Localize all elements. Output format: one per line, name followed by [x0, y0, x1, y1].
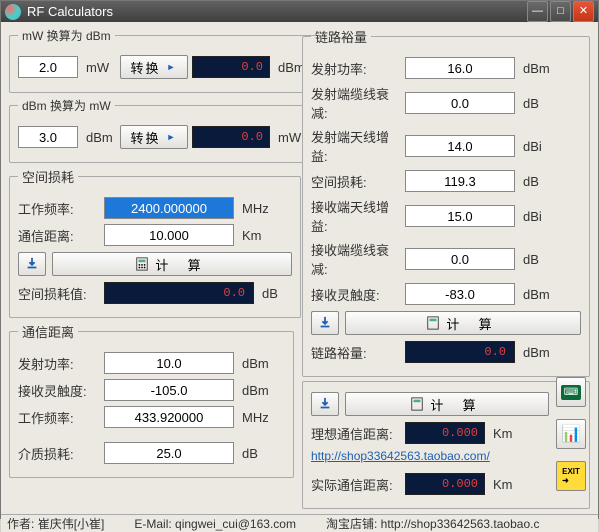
lb-txant-input[interactable]: [405, 135, 515, 157]
lb-rxsens-label: 接收灵触度:: [311, 285, 401, 304]
close-button[interactable]: ✕: [573, 1, 594, 22]
txpwr-input[interactable]: [104, 352, 234, 374]
calculator-icon: [135, 257, 149, 271]
pathloss-result-label: 空间损耗值:: [18, 284, 100, 303]
keyboard-icon: ⌨: [561, 385, 581, 400]
txpwr-unit: dBm: [242, 356, 272, 371]
titlebar[interactable]: RF Calculators — □ ✕: [1, 1, 598, 22]
lb-dl-button[interactable]: [311, 311, 339, 335]
lb-txpwr-label: 发射功率:: [311, 59, 401, 78]
lb-rxcable-label: 接收端缆线衰减:: [311, 240, 401, 278]
freq-label: 工作频率:: [18, 199, 100, 218]
mw-output: 0.0: [192, 126, 270, 148]
pathloss-result: 0.0: [104, 282, 254, 304]
cdr-dl-button[interactable]: [311, 392, 339, 416]
shop-url: http://shop33642563.taobao.c: [381, 517, 540, 531]
content-area: mW 换算为 dBm mW 转换 0.0 dBm dBm 换算为 mW dBm …: [1, 22, 598, 514]
lb-txcable-input[interactable]: [405, 92, 515, 114]
pathloss-group: 空间损耗 工作频率: MHz 通信距离: Km 计 算 空间损耗值:: [9, 167, 301, 318]
freq-input[interactable]: [104, 197, 234, 219]
shop-link[interactable]: http://shop33642563.taobao.com/: [311, 449, 490, 463]
download-icon: [318, 397, 332, 411]
cd-freq-unit: MHz: [242, 410, 272, 425]
dbm-convert-button[interactable]: 转换: [120, 125, 188, 149]
medium-unit: dB: [242, 446, 272, 461]
commdist-right-group: 计 算 理想通信距离:0.000Km http://shop33642563.t…: [302, 381, 590, 509]
medium-input[interactable]: [104, 442, 234, 464]
lb-txant-label: 发射端天线增益:: [311, 127, 401, 165]
dbm-to-mw-legend: dBm 换算为 mW: [18, 97, 115, 114]
mw-to-dbm-group: mW 换算为 dBm mW 转换 0.0 dBm: [9, 27, 317, 93]
download-icon: [318, 316, 332, 330]
pathloss-calc-button[interactable]: 计 算: [52, 252, 292, 276]
linkbudget-group: 链路裕量 发射功率:dBm 发射端缆线衰减:dB 发射端天线增益:dBi 空间损…: [302, 27, 590, 377]
lb-margin-label: 链路裕量:: [311, 343, 401, 362]
exit-icon: EXIT➜: [562, 467, 580, 485]
dbm-output: 0.0: [192, 56, 270, 78]
app-icon: [5, 4, 21, 20]
dist-input[interactable]: [104, 224, 234, 246]
txpwr-label: 发射功率:: [18, 354, 100, 373]
medium-label: 介质损耗:: [18, 444, 100, 463]
chart-button[interactable]: 📊: [556, 419, 586, 449]
dist-unit: Km: [242, 228, 272, 243]
lb-rxant-label: 接收端天线增益:: [311, 197, 401, 235]
mw-convert-button[interactable]: 转换: [120, 55, 188, 79]
pathloss-dl-button[interactable]: [18, 252, 46, 276]
actual-dist-label: 实际通信距离:: [311, 475, 401, 494]
lb-spaceloss-label: 空间损耗:: [311, 172, 401, 191]
minimize-button[interactable]: —: [527, 1, 548, 22]
cdr-calc-button[interactable]: 计 算: [345, 392, 549, 416]
app-window: RF Calculators — □ ✕ mW 换算为 dBm mW 转换 0.…: [0, 0, 599, 519]
rxsens-unit: dBm: [242, 383, 272, 398]
keyboard-button[interactable]: ⌨: [556, 377, 586, 407]
maximize-button[interactable]: □: [550, 1, 571, 22]
exit-button[interactable]: EXIT➜: [556, 461, 586, 491]
linkbudget-legend: 链路裕量: [311, 27, 371, 46]
pathloss-legend: 空间损耗: [18, 167, 78, 186]
actual-dist-output: 0.000: [405, 473, 485, 495]
freq-unit: MHz: [242, 201, 272, 216]
author-name: 崔庆伟[小崔]: [38, 517, 105, 531]
ideal-dist-label: 理想通信距离:: [311, 424, 401, 443]
calculator-icon: [426, 316, 440, 330]
download-icon: [25, 257, 39, 271]
dist-label: 通信距离:: [18, 226, 100, 245]
rxsens-input[interactable]: [104, 379, 234, 401]
chart-icon: 📊: [561, 424, 581, 444]
rxsens-label: 接收灵触度:: [18, 381, 100, 400]
dbm-input[interactable]: [18, 126, 78, 148]
ideal-dist-output: 0.000: [405, 422, 485, 444]
lb-txcable-label: 发射端缆线衰减:: [311, 84, 401, 122]
mw-to-dbm-legend: mW 换算为 dBm: [18, 27, 115, 44]
dbm-to-mw-group: dBm 换算为 mW dBm 转换 0.0 mW: [9, 97, 317, 163]
cd-freq-input[interactable]: [104, 406, 234, 428]
commdist-legend: 通信距离: [18, 322, 78, 341]
lb-margin-output: 0.0: [405, 341, 515, 363]
pathloss-result-unit: dB: [262, 286, 292, 301]
lb-rxcable-input[interactable]: [405, 248, 515, 270]
cd-freq-label: 工作频率:: [18, 408, 100, 427]
statusbar: 作者: 崔庆伟[小崔] E-Mail: qingwei_cui@163.com …: [1, 514, 598, 532]
lb-rxant-input[interactable]: [405, 205, 515, 227]
commdist-group: 通信距离 发射功率: dBm 接收灵触度: dBm 工作频率: MHz: [9, 322, 294, 478]
window-title: RF Calculators: [27, 4, 527, 19]
mw-input[interactable]: [18, 56, 78, 78]
dbm-unit: dBm: [86, 130, 116, 145]
calculator-icon: [410, 397, 424, 411]
lb-txpwr-input[interactable]: [405, 57, 515, 79]
mw-unit: mW: [86, 60, 116, 75]
lb-rxsens-input[interactable]: [405, 283, 515, 305]
lb-spaceloss-input[interactable]: [405, 170, 515, 192]
lb-calc-button[interactable]: 计 算: [345, 311, 581, 335]
